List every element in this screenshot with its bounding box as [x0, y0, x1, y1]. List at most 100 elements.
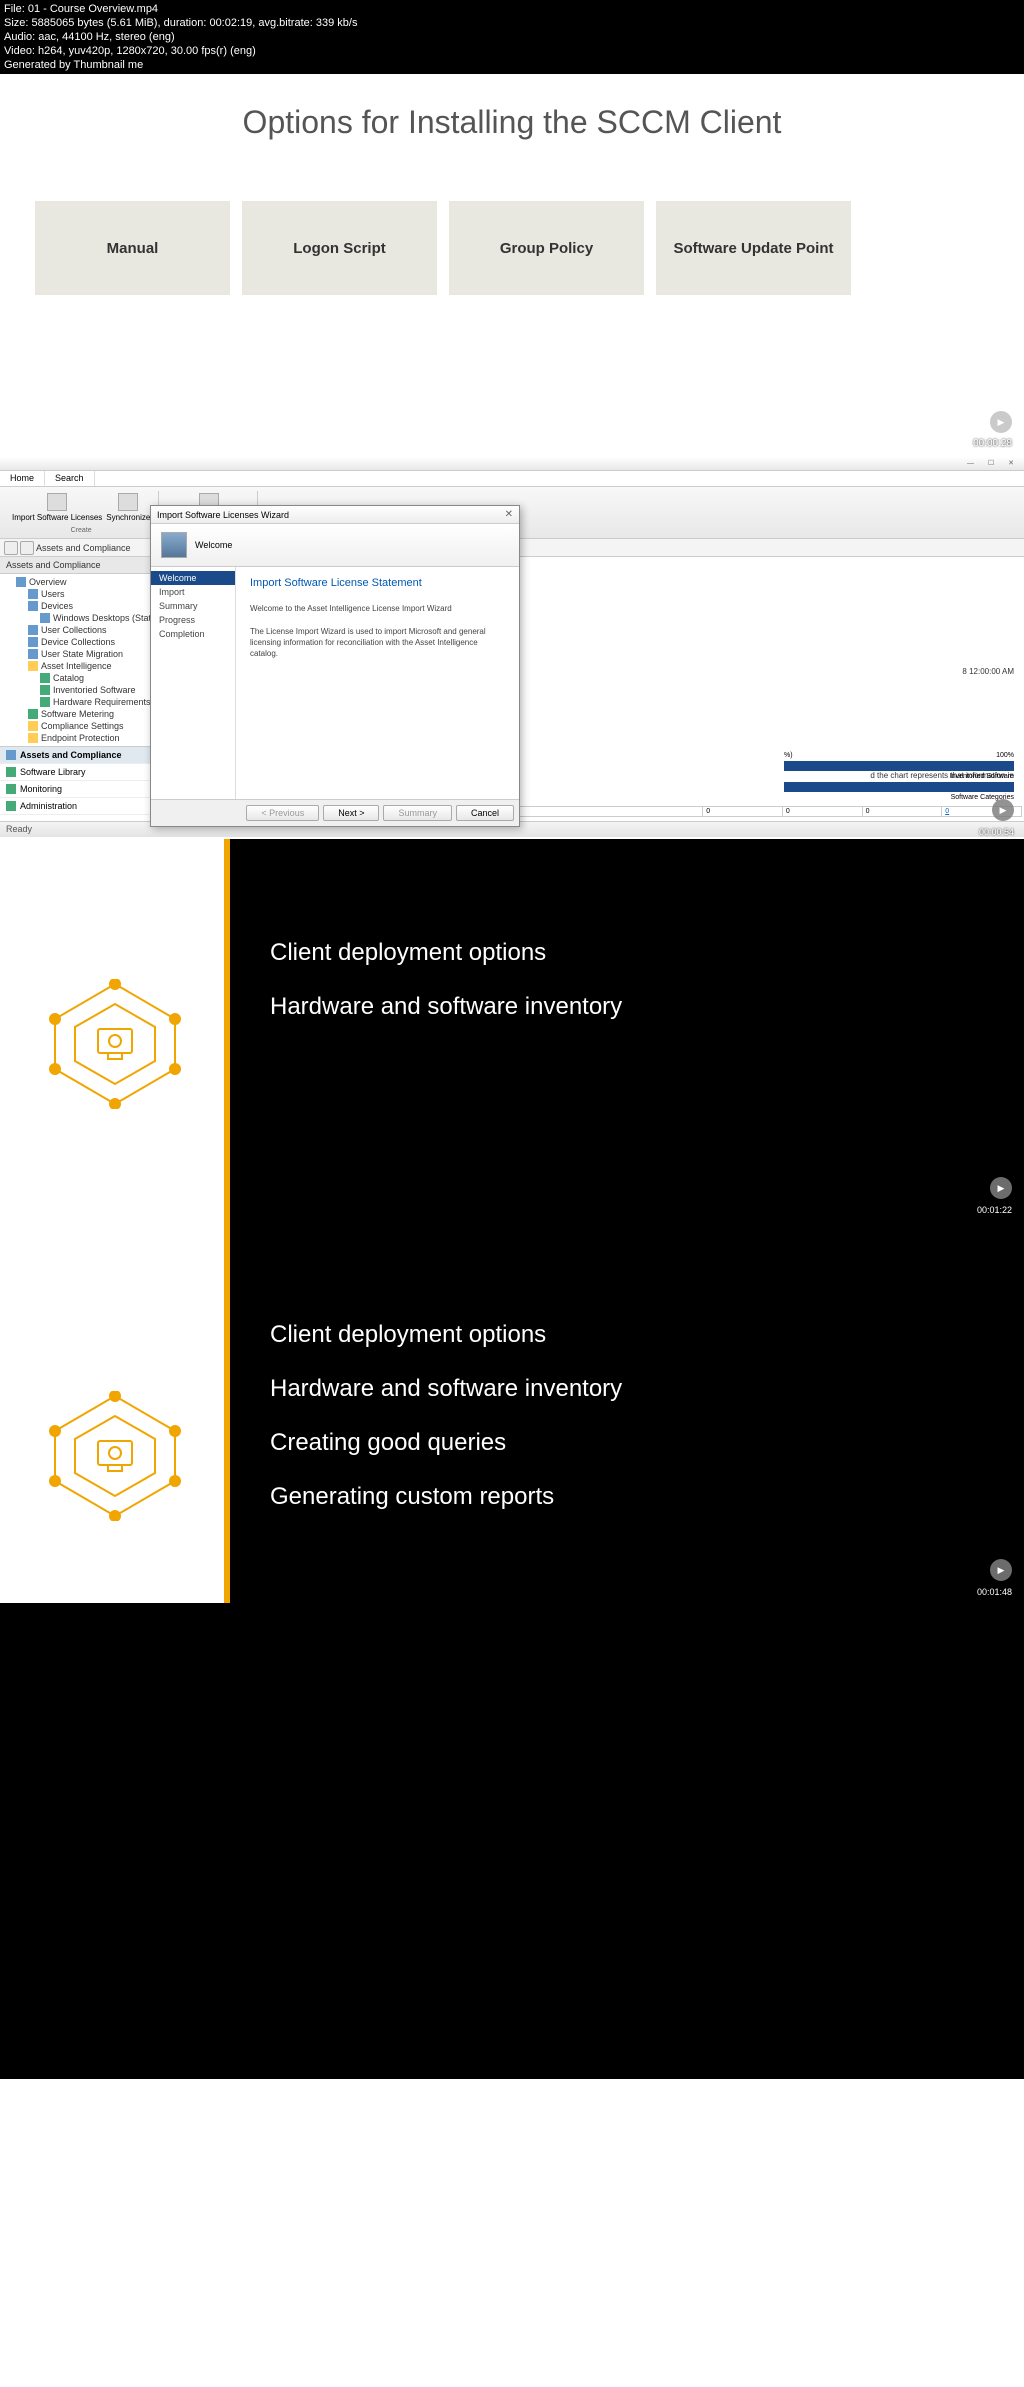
assets-icon: [6, 750, 16, 760]
library-icon: [6, 767, 16, 777]
nav-welcome[interactable]: Welcome: [151, 571, 235, 585]
bullet-item: Hardware and software inventory: [270, 1375, 984, 1403]
tab-home[interactable]: Home: [0, 471, 45, 486]
option-manual: Manual: [35, 201, 230, 295]
ribbon-tabs: Home Search: [0, 471, 1024, 487]
hex-decoration: [40, 979, 190, 1109]
nav-progress[interactable]: Progress: [151, 613, 235, 627]
chart-pct-label: %): [784, 752, 793, 759]
content-area: Import Software Licenses Wizard ✕ Welcom…: [180, 557, 1024, 821]
slide-bullets-1: Client deployment options Hardware and s…: [0, 839, 1024, 1221]
timestamp: 00:01:48: [977, 1587, 1012, 1597]
option-software-update: Software Update Point: [656, 201, 851, 295]
slide-sccm: — ☐ ✕ Home Search Import Software Licens…: [0, 457, 1024, 839]
wizard-icon: [161, 532, 187, 558]
bullet-item: Client deployment options: [270, 939, 984, 967]
timestamp: 00:00:54: [979, 827, 1014, 837]
nav-summary[interactable]: Summary: [151, 599, 235, 613]
cancel-button[interactable]: Cancel: [456, 805, 514, 821]
chart-area: %)100% Inventoried Software Software Cat…: [784, 752, 1014, 801]
btn-synchronize[interactable]: Synchronize: [104, 491, 152, 524]
chart-bar-1: [784, 761, 1014, 771]
slide-bullets-2: Client deployment options Hardware and s…: [0, 1221, 1024, 1603]
window-titlebar: — ☐ ✕: [0, 457, 1024, 471]
ribbon-group-create: Import Software Licenses Synchronize Cre…: [4, 491, 159, 534]
nav-import[interactable]: Import: [151, 585, 235, 599]
bullet-item: Client deployment options: [270, 1321, 984, 1349]
tab-search[interactable]: Search: [45, 471, 95, 486]
footer-black: [0, 1603, 1024, 2079]
file-info-line: Size: 5885065 bytes (5.61 MiB), duration…: [4, 16, 1020, 30]
file-info-line: Video: h264, yuv420p, 1280x720, 30.00 fp…: [4, 44, 1020, 58]
bullet-panel: Client deployment options Hardware and s…: [224, 1221, 1024, 1603]
overview-icon: [16, 577, 26, 587]
play-icon[interactable]: [992, 799, 1014, 821]
close-icon[interactable]: ✕: [505, 509, 513, 520]
metering-icon: [28, 709, 38, 719]
dialog-content: Import Software License Statement Welcom…: [236, 567, 519, 799]
previous-button[interactable]: < Previous: [246, 805, 319, 821]
bullet-panel: Client deployment options Hardware and s…: [224, 839, 1024, 1221]
window-controls[interactable]: — ☐ ✕: [967, 459, 1020, 467]
option-grid: Manual Logon Script Group Policy Softwar…: [35, 201, 989, 295]
bullet-item: Creating good queries: [270, 1429, 984, 1457]
catalog-icon: [40, 673, 50, 683]
play-icon[interactable]: [990, 411, 1012, 433]
dialog-buttons: < Previous Next > Summary Cancel: [151, 799, 519, 826]
btn-import-licenses[interactable]: Import Software Licenses: [10, 491, 104, 524]
file-info-line: Generated by Thumbnail me: [4, 58, 1020, 72]
wizard-nav: Welcome Import Summary Progress Completi…: [151, 567, 236, 799]
folder-icon: [28, 661, 38, 671]
sync-icon: [118, 493, 138, 511]
dialog-titlebar: Import Software Licenses Wizard ✕: [151, 506, 519, 524]
content-welcome: Welcome to the Asset Intelligence Licens…: [250, 603, 505, 614]
devices-icon: [28, 601, 38, 611]
collection-icon: [28, 637, 38, 647]
admin-icon: [6, 801, 16, 811]
file-info-header: File: 01 - Course Overview.mp4 Size: 588…: [0, 0, 1024, 74]
nav-completion[interactable]: Completion: [151, 627, 235, 641]
content-title: Import Software License Statement: [250, 577, 505, 589]
ribbon-group-label: Create: [71, 527, 92, 534]
summary-button[interactable]: Summary: [383, 805, 452, 821]
pattern-panel: [0, 1221, 224, 1603]
next-button[interactable]: Next >: [323, 805, 379, 821]
bullet-item: Generating custom reports: [270, 1483, 984, 1511]
hex-decoration: [40, 1391, 190, 1521]
chart-label-2: Software Categories: [784, 794, 1014, 801]
breadcrumb-text[interactable]: Assets and Compliance: [36, 543, 131, 553]
software-icon: [40, 685, 50, 695]
desktop-icon: [40, 613, 50, 623]
slide-options: Options for Installing the SCCM Client M…: [0, 74, 1024, 457]
back-button[interactable]: [4, 541, 18, 555]
timestamp: 00:01:22: [977, 1205, 1012, 1215]
import-icon: [47, 493, 67, 511]
chart-pct: 100%: [996, 752, 1014, 759]
content-time: 8 12:00:00 AM: [962, 667, 1014, 676]
dialog-title-text: Import Software Licenses Wizard: [157, 510, 289, 520]
chart-bar-2: [784, 782, 1014, 792]
folder-icon: [28, 721, 38, 731]
dialog-body: Welcome Import Summary Progress Completi…: [151, 567, 519, 799]
table-cell: 0: [703, 807, 783, 817]
play-icon[interactable]: [990, 1559, 1012, 1581]
file-info-line: File: 01 - Course Overview.mp4: [4, 2, 1020, 16]
dialog-header: Welcome: [151, 524, 519, 567]
dialog-header-text: Welcome: [195, 540, 232, 550]
collection-icon: [28, 625, 38, 635]
bullet-item: Hardware and software inventory: [270, 993, 984, 1021]
slide-title: Options for Installing the SCCM Client: [35, 104, 989, 141]
hardware-icon: [40, 697, 50, 707]
content-desc: The License Import Wizard is used to imp…: [250, 626, 505, 659]
option-logon-script: Logon Script: [242, 201, 437, 295]
file-info-line: Audio: aac, 44100 Hz, stereo (eng): [4, 30, 1020, 44]
import-wizard-dialog: Import Software Licenses Wizard ✕ Welcom…: [150, 505, 520, 827]
migration-icon: [28, 649, 38, 659]
table-cell: 0: [782, 807, 862, 817]
play-icon[interactable]: [990, 1177, 1012, 1199]
forward-button[interactable]: [20, 541, 34, 555]
timestamp: 00:00:28: [973, 438, 1012, 449]
monitoring-icon: [6, 784, 16, 794]
users-icon: [28, 589, 38, 599]
main-area: Assets and Compliance Overview Users Dev…: [0, 557, 1024, 821]
